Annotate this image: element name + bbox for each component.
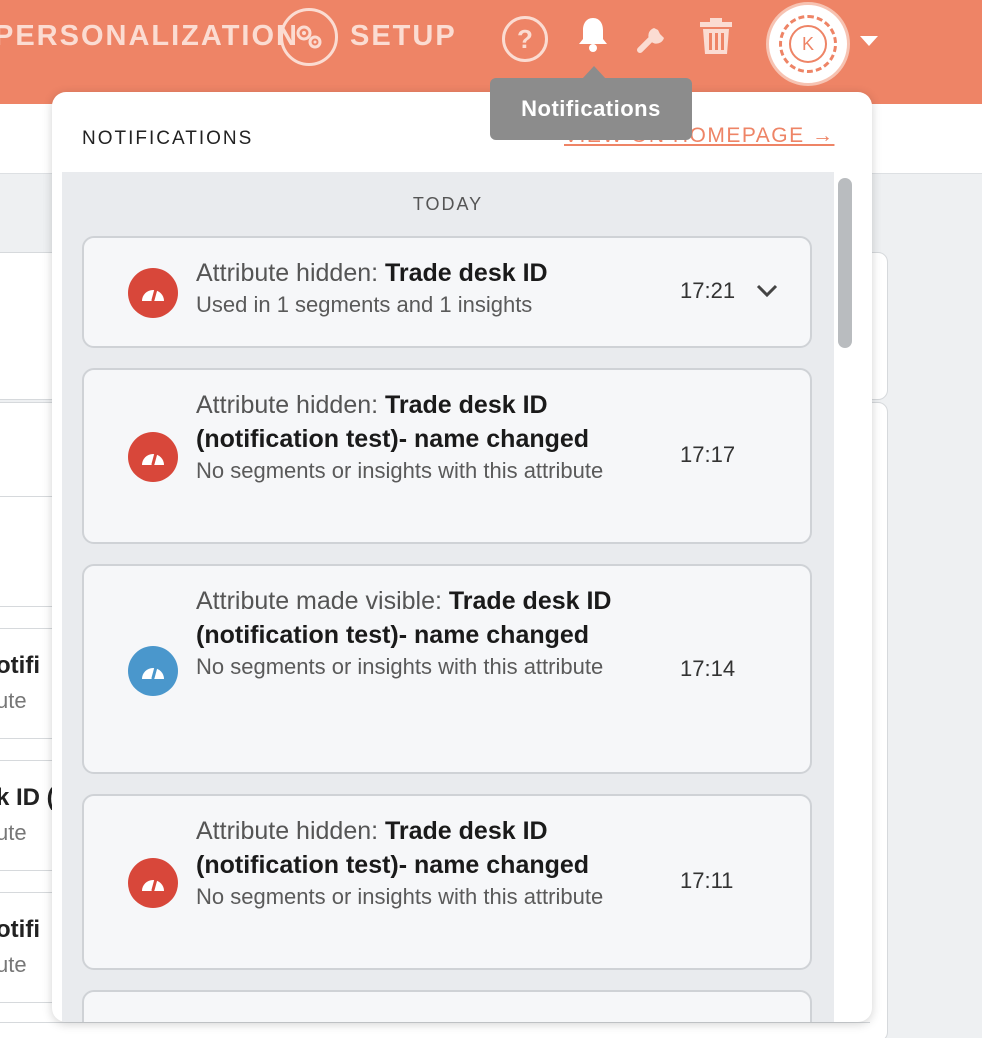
divider	[0, 606, 55, 607]
background-row-sub: ute	[0, 820, 27, 845]
background-row-title: otifi	[0, 652, 40, 679]
notifications-panel: NOTIFICATIONS VIEW ON HOMEPAGE → TODAY A…	[52, 92, 872, 1022]
divider	[0, 738, 55, 739]
wrench-icon[interactable]	[634, 16, 674, 56]
notification-text: Attribute hidden: Trade desk ID (notific…	[196, 388, 656, 486]
notification-action: Attribute hidden:	[196, 391, 386, 419]
notification-text: Attribute hidden: Trade desk ID Used in …	[196, 256, 656, 320]
notification-action: Attribute made visible:	[196, 587, 449, 615]
divider	[0, 760, 55, 761]
help-icon[interactable]: ?	[502, 16, 548, 62]
day-label: TODAY	[412, 194, 484, 214]
notification-time: 17:14	[680, 656, 736, 681]
notification-item[interactable]: Attribute hidden: Trade desk ID (notific…	[82, 794, 812, 970]
background-row-sub: ute	[0, 688, 27, 713]
notification-item[interactable]: Attribute made visible: Trade desk ID (n…	[82, 564, 812, 774]
notification-title: Attribute made visible: Trade desk ID (n…	[196, 584, 656, 652]
panel-title: NOTIFICATIONS	[82, 128, 254, 149]
trash-icon[interactable]	[698, 16, 734, 56]
notification-detail: No segments or insights with this attrib…	[196, 654, 604, 679]
background-footer	[0, 1022, 870, 1038]
notification-title: Attribute hidden: Trade desk ID (notific…	[196, 814, 656, 882]
user-avatar[interactable]: K	[766, 2, 850, 86]
chevron-down-icon[interactable]	[860, 36, 878, 46]
gauge-icon	[128, 646, 178, 696]
settings-gears-icon[interactable]	[280, 8, 338, 66]
notification-action: Attribute hidden:	[196, 817, 386, 845]
gauge-icon	[128, 858, 178, 908]
notification-list[interactable]: TODAY Attribute hidden: Trade desk ID Us…	[62, 172, 834, 1022]
notification-attribute-name: Trade desk ID	[385, 259, 548, 287]
divider	[0, 892, 55, 893]
notification-item[interactable]: Attribute hidden: Trade desk ID (notific…	[82, 368, 812, 544]
notification-detail: No segments or insights with this attrib…	[196, 884, 604, 909]
divider	[0, 870, 55, 871]
notification-detail: Used in 1 segments and 1 insights	[196, 292, 533, 317]
notification-title: Attribute hidden: Trade desk ID	[196, 256, 656, 290]
notifications-tooltip: Notifications	[490, 78, 692, 140]
avatar-initial: K	[789, 25, 827, 63]
notification-detail: No segments or insights with this attrib…	[196, 458, 604, 483]
scrollbar[interactable]	[838, 178, 852, 348]
notification-title: Attribute hidden: Trade desk ID (notific…	[196, 388, 656, 456]
chevron-down-icon[interactable]	[756, 284, 778, 298]
nav-setup[interactable]: SETUP	[350, 20, 457, 53]
notification-text: Attribute hidden: Trade desk ID (notific…	[196, 814, 656, 912]
notification-item[interactable]: Attribute hidden: Trade desk ID Used in …	[82, 236, 812, 348]
nav-personalization[interactable]: PERSONALIZATION	[0, 20, 299, 53]
notification-item[interactable]	[82, 990, 812, 1022]
divider	[0, 496, 55, 497]
gauge-icon	[128, 432, 178, 482]
gauge-icon	[128, 268, 178, 318]
notification-text: Attribute made visible: Trade desk ID (n…	[196, 584, 656, 682]
notification-action: Attribute hidden:	[196, 259, 386, 287]
background-row-title: otifi	[0, 916, 40, 943]
notification-time: 17:21	[680, 278, 736, 303]
bell-icon[interactable]	[576, 14, 610, 54]
background-row-title: k ID (	[0, 784, 54, 811]
notification-time: 17:17	[680, 442, 736, 467]
divider	[0, 1002, 55, 1003]
notification-time: 17:11	[680, 868, 734, 893]
background-row-sub: ute	[0, 952, 27, 977]
divider	[0, 628, 55, 629]
